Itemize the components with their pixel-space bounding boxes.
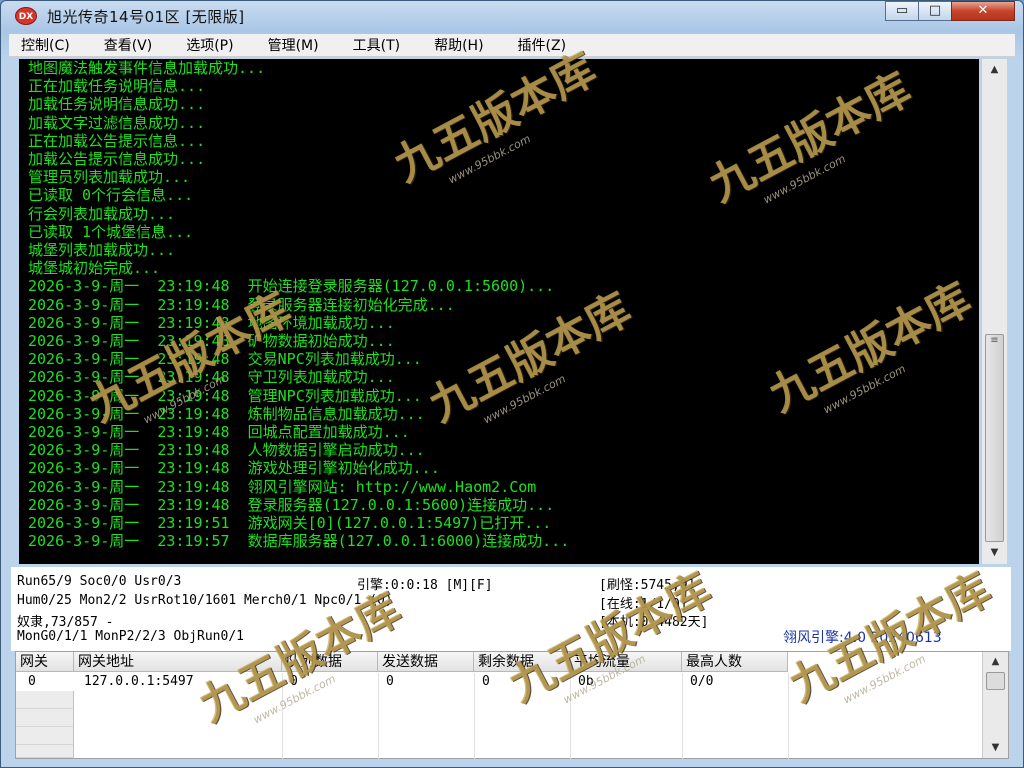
log-line: 正在加载公告提示信息... bbox=[28, 131, 206, 150]
log-line: 2026-3-9-周一 23:19:51 游戏网关[0](127.0.0.1:5… bbox=[28, 514, 552, 532]
window-title: 旭光传奇14号01区 [无限版] bbox=[47, 8, 245, 26]
cell-gate-address[interactable]: 127.0.0.1:5497 bbox=[78, 673, 194, 691]
log-line: 地图魔法触发事件信息加载成功... bbox=[28, 59, 266, 77]
server-window: DX 旭光传奇14号01区 [无限版] ▭ □ ✕ 控制(C) 查看(V) 选项… bbox=[0, 0, 1024, 768]
cell-max-users[interactable]: 0/0 bbox=[684, 673, 713, 691]
cell-gate[interactable]: 0 bbox=[22, 673, 36, 691]
log-line: 行会列表加载成功... bbox=[28, 204, 176, 223]
menu-help[interactable]: 帮助(H) bbox=[422, 35, 495, 55]
menu-options[interactable]: 选项(P) bbox=[174, 35, 245, 55]
scroll-thumb[interactable]: ≡ bbox=[985, 334, 1004, 542]
table-scroll-thumb[interactable] bbox=[986, 672, 1005, 690]
log-line: 2026-3-9-周一 23:19:48 人物数据引擎启动成功... bbox=[28, 441, 425, 460]
menu-view[interactable]: 查看(V) bbox=[92, 35, 165, 55]
status-slave: 奴隶,73/857 - bbox=[17, 615, 114, 630]
app-icon[interactable]: DX bbox=[15, 7, 37, 25]
log-line: 加载文字过滤信息成功... bbox=[28, 113, 206, 132]
log-line: 2026-3-9-周一 23:19:48 炼制物品信息加载成功... bbox=[28, 404, 425, 423]
cell-remaining[interactable]: 0 bbox=[476, 673, 490, 691]
grid-divider bbox=[474, 673, 475, 759]
title-bar[interactable]: DX 旭光传奇14号01区 [无限版] ▭ □ ✕ bbox=[1, 1, 1023, 33]
col-header-max-users[interactable]: 最高人数 bbox=[682, 652, 788, 672]
log-line: 2026-3-9-周一 23:19:48 游戏处理引擎初始化成功... bbox=[28, 459, 440, 478]
log-line: 2026-3-9-周一 23:19:48 登录服务器(127.0.0.1:560… bbox=[28, 495, 555, 514]
col-header-gate[interactable]: 网关 bbox=[16, 652, 74, 672]
log-line: 已读取 1个城堡信息... bbox=[28, 222, 194, 241]
row-header bbox=[16, 745, 74, 758]
log-line: 2026-3-9-周一 23:19:48 翎风引擎网站: http://www.… bbox=[28, 477, 537, 496]
grid-divider bbox=[378, 673, 379, 759]
minimize-button[interactable]: ▭ bbox=[885, 1, 919, 21]
log-line: 管理员列表加载成功... bbox=[28, 168, 191, 187]
log-line: 城堡列表加载成功... bbox=[28, 241, 176, 259]
table-scrollbar[interactable]: ▲ ▼ bbox=[982, 652, 1008, 758]
table-scroll-down-arrow-icon[interactable]: ▼ bbox=[983, 739, 1008, 756]
row-header bbox=[16, 709, 74, 727]
menu-control[interactable]: 控制(C) bbox=[9, 35, 82, 55]
menu-tools[interactable]: 工具(T) bbox=[341, 35, 412, 55]
status-mon: MonG0/1/1 MonP2/2/3 ObjRun0/1 bbox=[17, 629, 244, 644]
col-header-sent[interactable]: 发送数据 bbox=[378, 652, 474, 672]
log-line: 加载任务说明信息成功... bbox=[28, 95, 206, 114]
scroll-down-arrow-icon[interactable]: ▼ bbox=[982, 544, 1007, 561]
maximize-button[interactable]: □ bbox=[918, 1, 952, 21]
log-line: 正在加载任务说明信息... bbox=[28, 77, 206, 96]
cell-sent[interactable]: 0 bbox=[380, 673, 394, 691]
log-line: 已读取 0个行会信息... bbox=[28, 186, 194, 205]
log-line: 2026-3-9-周一 23:19:57 数据库服务器(127.0.0.1:60… bbox=[28, 532, 570, 551]
log-line: 2026-3-9-周一 23:19:48 开始连接登录服务器(127.0.0.1… bbox=[28, 277, 555, 296]
menu-manage[interactable]: 管理(M) bbox=[256, 35, 331, 55]
log-line: 城堡城初始完成... bbox=[28, 259, 161, 278]
log-scrollbar[interactable]: ▲ ≡ ▼ bbox=[981, 59, 1007, 564]
log-line: 2026-3-9-周一 23:19:48 回城点配置加载成功... bbox=[28, 423, 410, 441]
row-header bbox=[16, 727, 74, 745]
window-controls: ▭ □ ✕ bbox=[885, 1, 1015, 23]
table-scroll-up-arrow-icon[interactable]: ▲ bbox=[983, 653, 1008, 670]
close-button[interactable]: ✕ bbox=[951, 1, 1015, 21]
grid-divider bbox=[682, 673, 683, 759]
status-run: Run65/9 Soc0/0 Usr0/3 bbox=[17, 574, 182, 589]
log-line: 加载公告提示信息成功... bbox=[28, 150, 206, 168]
scroll-up-arrow-icon[interactable]: ▲ bbox=[982, 61, 1007, 78]
row-header bbox=[16, 691, 74, 709]
menu-bar: 控制(C) 查看(V) 选项(P) 管理(M) 工具(T) 帮助(H) 插件(Z… bbox=[9, 34, 1015, 57]
grid-divider bbox=[788, 673, 789, 759]
